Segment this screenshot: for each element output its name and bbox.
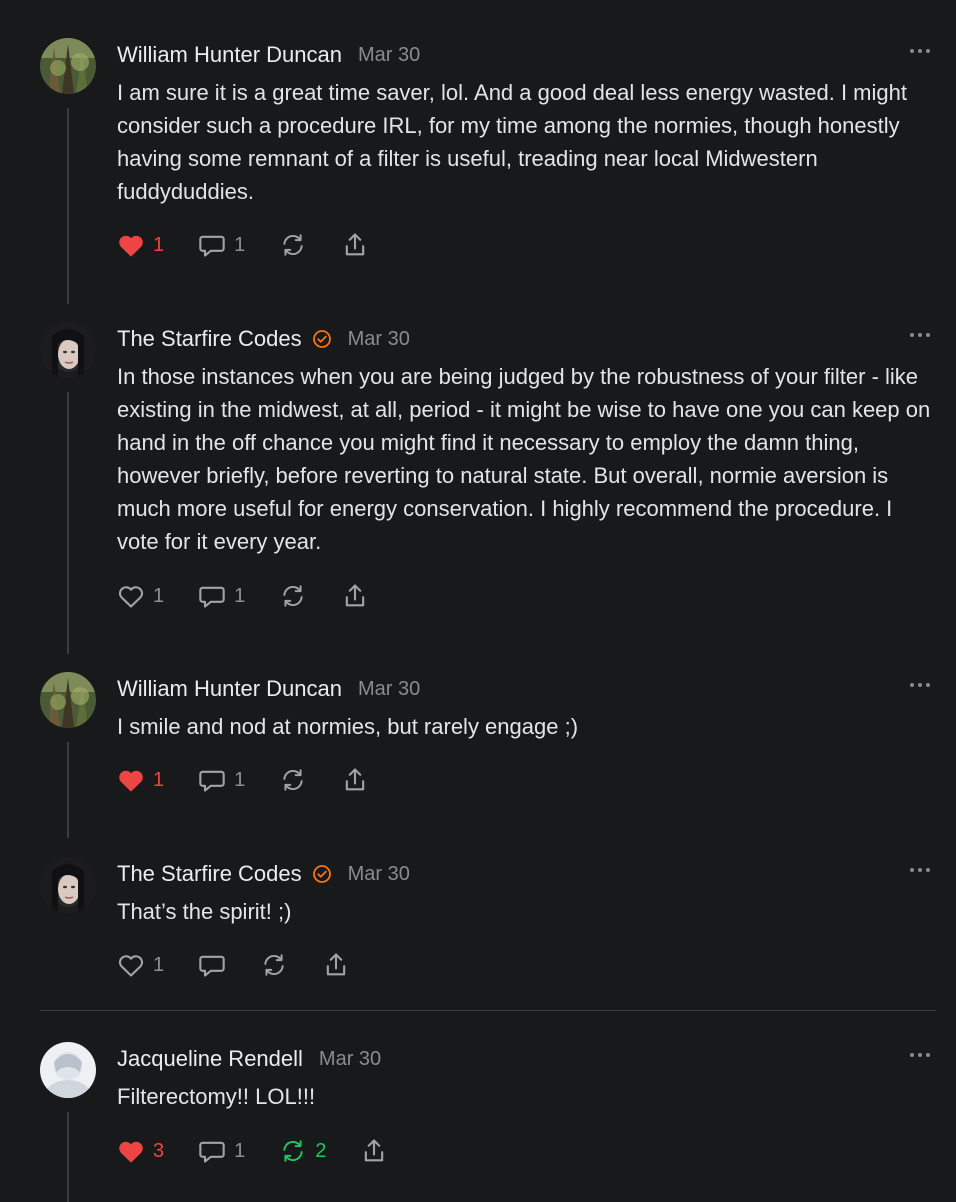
verified-badge-icon <box>312 865 331 883</box>
like-button[interactable]: 1 <box>117 232 164 258</box>
like-count: 1 <box>153 768 165 791</box>
avatar[interactable] <box>40 672 96 728</box>
comment-date[interactable]: Mar 30 <box>348 863 410 886</box>
restack-button[interactable] <box>260 952 288 978</box>
share-icon <box>365 1139 384 1162</box>
comment-bubble-icon <box>199 955 225 977</box>
forest-avatar-image <box>40 672 96 728</box>
comment-text: Filterectomy!! LOL!!! <box>117 1084 316 1109</box>
more-options-icon[interactable] <box>910 46 932 56</box>
author-name[interactable]: The Starfire Codes <box>117 861 302 887</box>
divider <box>40 1010 936 1011</box>
like-count: 1 <box>153 584 165 607</box>
like-button[interactable]: 1 <box>117 952 164 978</box>
more-options-icon[interactable] <box>910 680 932 690</box>
more-options-icon[interactable] <box>910 1050 932 1060</box>
comment-text: That’s the spirit! ;) <box>117 899 292 924</box>
restack-icon <box>283 585 303 607</box>
avatar[interactable] <box>40 322 96 378</box>
heart-outline-icon <box>118 586 144 608</box>
like-count: 3 <box>153 1139 165 1162</box>
restack-icon <box>264 954 284 976</box>
author-name[interactable]: Jacqueline Rendell <box>117 1046 303 1072</box>
author-name[interactable]: William Hunter Duncan <box>117 42 342 68</box>
share-button[interactable] <box>360 1137 388 1165</box>
reply-button[interactable]: 1 <box>198 1138 245 1164</box>
restack-icon <box>283 234 303 256</box>
thread-line <box>67 108 69 304</box>
share-button[interactable] <box>322 951 350 979</box>
portrait-avatar-image <box>40 322 96 378</box>
reply-button[interactable] <box>198 952 226 978</box>
comment-bubble-icon <box>199 770 225 792</box>
reply-button[interactable]: 1 <box>198 583 245 609</box>
reply-count: 1 <box>234 768 246 791</box>
more-options-icon[interactable] <box>910 330 932 340</box>
restack-button[interactable] <box>279 583 307 609</box>
author-name[interactable]: William Hunter Duncan <box>117 676 342 702</box>
restack-button[interactable] <box>279 767 307 793</box>
comment-bubble-icon <box>199 235 225 257</box>
comment-date[interactable]: Mar 30 <box>358 44 420 67</box>
comment-text: In those instances when you are being ju… <box>117 364 931 554</box>
restack-button[interactable]: 2 <box>279 1138 326 1164</box>
forest-avatar-image <box>40 38 96 94</box>
restack-icon <box>283 1140 303 1162</box>
heart-filled-icon <box>119 1141 143 1163</box>
comment-bubble-icon <box>199 586 225 608</box>
reply-button[interactable]: 1 <box>198 767 245 793</box>
avatar[interactable] <box>40 857 96 913</box>
share-button[interactable] <box>341 582 369 610</box>
verified-badge-icon <box>312 330 331 348</box>
reply-count: 1 <box>234 233 246 256</box>
heart-outline-icon <box>118 955 144 977</box>
restack-count: 2 <box>315 1139 327 1162</box>
like-count: 1 <box>153 233 165 256</box>
share-icon <box>346 768 365 791</box>
portrait-avatar-image <box>40 857 96 913</box>
avatar[interactable] <box>40 1042 96 1098</box>
thread-line <box>67 392 69 654</box>
avatar[interactable] <box>40 38 96 94</box>
like-count: 1 <box>153 953 165 976</box>
share-icon <box>346 584 365 607</box>
thread-line <box>67 1112 69 1202</box>
like-button[interactable]: 1 <box>117 583 164 609</box>
share-icon <box>326 953 346 976</box>
more-options-icon[interactable] <box>910 865 932 875</box>
thread-line <box>67 742 69 838</box>
light-avatar-image <box>40 1042 96 1098</box>
comment-date[interactable]: Mar 30 <box>319 1048 381 1071</box>
like-button[interactable]: 3 <box>117 1138 164 1164</box>
restack-icon <box>283 769 303 791</box>
heart-filled-icon <box>119 770 143 792</box>
author-name[interactable]: The Starfire Codes <box>117 326 302 352</box>
heart-filled-icon <box>119 235 143 257</box>
restack-button[interactable] <box>279 232 307 258</box>
like-button[interactable]: 1 <box>117 767 164 793</box>
reply-button[interactable]: 1 <box>198 232 245 258</box>
reply-count: 1 <box>234 584 246 607</box>
reply-count: 1 <box>234 1139 246 1162</box>
share-button[interactable] <box>341 231 369 259</box>
comment-bubble-icon <box>199 1141 225 1163</box>
comment-text: I smile and nod at normies, but rarely e… <box>117 714 579 739</box>
comment-date[interactable]: Mar 30 <box>358 678 420 701</box>
share-button[interactable] <box>341 766 369 794</box>
comment-date[interactable]: Mar 30 <box>348 328 410 351</box>
comment-text: I am sure it is a great time saver, lol.… <box>117 80 907 204</box>
share-icon <box>346 233 365 256</box>
